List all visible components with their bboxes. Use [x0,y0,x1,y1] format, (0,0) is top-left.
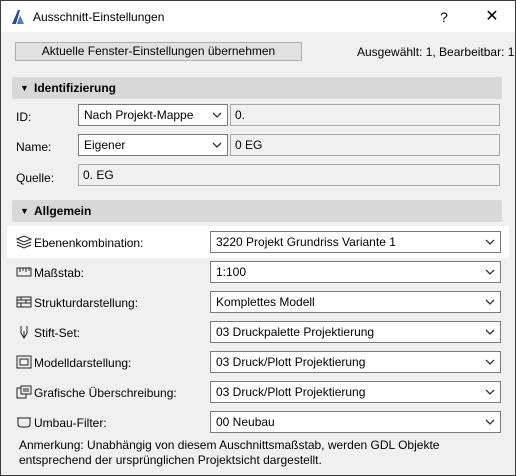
dialog-window: Ausschnitt-Einstellungen ? ✕ Aktuelle Fe… [0,0,516,476]
model-display-dropdown[interactable]: 03 Druck/Plott Projektierung [210,351,501,373]
chevron-down-icon [484,412,496,432]
source-value-field: 0. EG [78,164,500,186]
pen-set-label: Stift-Set: [34,326,81,340]
layer-combination-value: 3220 Projekt Grundriss Variante 1 [216,235,396,249]
structure-display-value: Komplettes Modell [216,295,315,309]
chevron-down-icon [211,105,223,125]
section-identification-title: Identifizierung [34,81,116,95]
pen-set-value: 03 Druckpalette Projektierung [216,325,375,339]
scale-label: Maßstab: [34,266,85,280]
layers-icon [16,235,32,249]
pen-set-dropdown[interactable]: 03 Druckpalette Projektierung [210,321,501,343]
collapse-triangle-icon: ▼ [20,83,29,93]
name-value-field[interactable]: 0 EG [230,134,500,156]
graphic-override-dropdown[interactable]: 03 Druck/Plott Projektierung [210,381,501,403]
id-value-field[interactable]: 0. [230,104,500,126]
renovation-filter-icon [16,415,32,429]
graphic-override-icon [16,385,32,399]
scale-ruler-icon [16,265,32,279]
help-button[interactable]: ? [427,5,461,29]
source-label: Quelle: [16,171,55,185]
model-display-icon [16,355,32,369]
dialog-content: Aktuelle Fenster-Einstellungen übernehme… [1,32,515,475]
graphic-override-value: 03 Druck/Plott Projektierung [216,385,366,399]
note-text: Anmerkung: Unabhängig von diesem Auschni… [19,438,440,467]
id-label: ID: [16,110,32,124]
name-label: Name: [16,140,52,154]
pen-nib-icon [16,325,32,339]
section-general-title: Allgemein [34,204,92,218]
title-bar: Ausschnitt-Einstellungen ? ✕ [1,1,515,32]
id-mode-value: Nach Projekt-Mappe [84,108,194,122]
archicad-app-icon [10,9,26,25]
chevron-down-icon [484,352,496,372]
chevron-down-icon [484,382,496,402]
renovation-filter-value: 00 Neubau [216,415,275,429]
model-display-value: 03 Druck/Plott Projektierung [216,355,366,369]
chevron-down-icon [484,322,496,342]
section-identification-header[interactable]: ▼ Identifizierung [12,77,502,99]
scale-value: 1:100 [216,265,247,279]
model-display-label: Modelldarstellung: [34,356,132,370]
scale-dropdown[interactable]: 1:100 [210,261,501,283]
section-general-header[interactable]: ▼ Allgemein [12,200,502,222]
layer-combination-label: Ebenenkombination: [34,236,144,250]
renovation-filter-dropdown[interactable]: 00 Neubau [210,411,501,433]
collapse-triangle-icon: ▼ [20,206,29,216]
chevron-down-icon [211,135,223,155]
renovation-filter-label: Umbau-Filter: [34,416,107,430]
layer-combination-dropdown[interactable]: 3220 Projekt Grundriss Variante 1 [210,231,501,253]
close-button[interactable]: ✕ [473,5,511,29]
window-title: Ausschnitt-Einstellungen [33,10,165,24]
chevron-down-icon [484,292,496,312]
apply-current-window-settings-button[interactable]: Aktuelle Fenster-Einstellungen übernehme… [15,42,302,61]
chevron-down-icon [484,232,496,252]
name-mode-dropdown[interactable]: Eigener [78,134,228,156]
structure-display-label: Strukturdarstellung: [34,296,139,310]
chevron-down-icon [484,262,496,282]
name-mode-value: Eigener [84,138,126,152]
selection-info: Ausgewählt: 1, Bearbeitbar: 1 [357,45,515,59]
structure-display-dropdown[interactable]: Komplettes Modell [210,291,501,313]
structure-hatch-icon [16,295,32,309]
graphic-override-label: Grafische Überschreibung: [34,386,177,400]
id-mode-dropdown[interactable]: Nach Projekt-Mappe [78,104,228,126]
